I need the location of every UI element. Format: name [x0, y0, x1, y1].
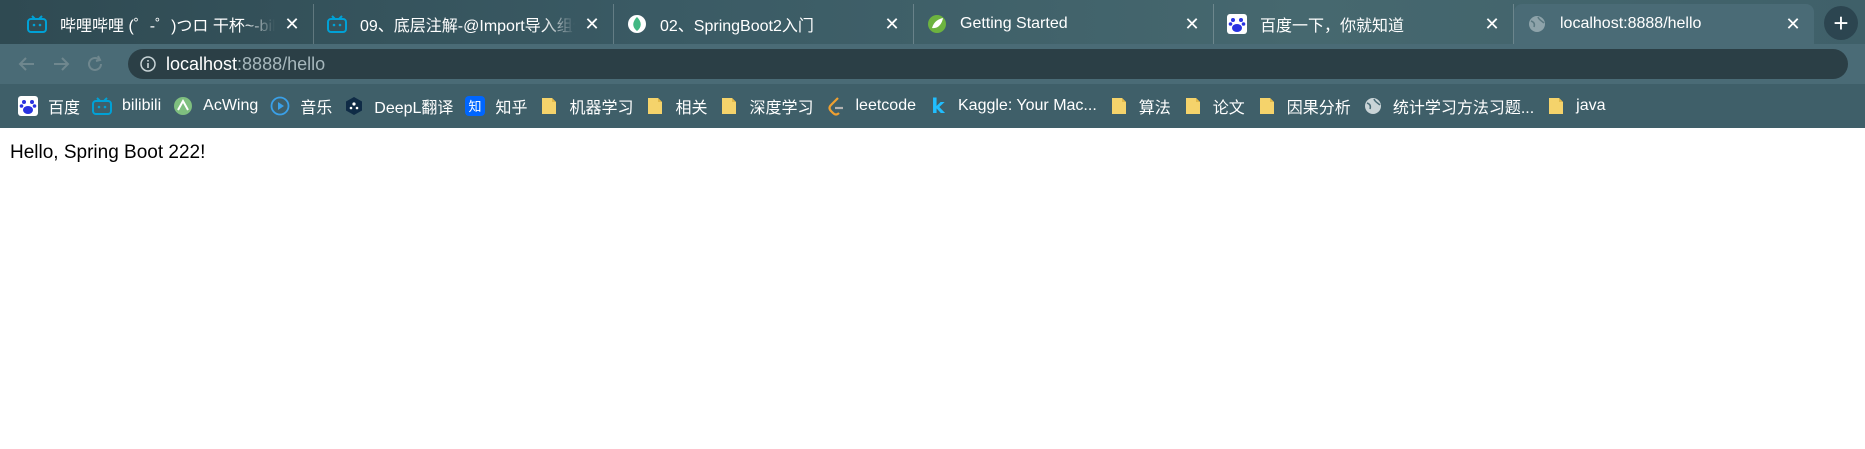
info-icon[interactable] — [140, 56, 156, 72]
tab-title: localhost:8888/hello — [1560, 15, 1702, 32]
bookmark-label: leetcode — [855, 97, 917, 114]
bookmark-music[interactable]: 音乐 — [266, 91, 340, 121]
bookmark-label: AcWing — [203, 97, 259, 114]
tab-title: 09、底层注解-@Import导入组件 — [360, 18, 575, 35]
bookmark-zhihu[interactable]: 知 知乎 — [461, 91, 535, 121]
svg-text:k: k — [931, 96, 945, 116]
globe-icon — [1526, 13, 1548, 35]
url-path: :8888/hello — [237, 53, 326, 74]
zhihu-icon: 知 — [465, 96, 486, 116]
close-icon[interactable]: ✕ — [881, 13, 903, 35]
bookmark-stats-exercises[interactable]: 统计学习方法习题... — [1359, 91, 1542, 121]
folder-icon — [1257, 96, 1277, 116]
tab-bilibili-home[interactable]: 哔哩哔哩 (゜-゜)つロ 干杯~-bilibili ✕ — [14, 4, 314, 44]
bookmarks-bar: 百度 bilibili AcWing 音乐 DeepL翻译 知 知乎 机器学习 … — [0, 84, 1865, 128]
baidu-icon — [1226, 13, 1248, 35]
bookmark-bilibili[interactable]: bilibili — [88, 91, 169, 121]
close-icon[interactable]: ✕ — [281, 13, 303, 35]
bookmark-label: DeepL翻译 — [374, 100, 454, 117]
bookmark-folder-algo[interactable]: 算法 — [1105, 91, 1179, 121]
url-text[interactable]: localhost:8888/hello — [166, 54, 325, 75]
tab-localhost-hello[interactable]: localhost:8888/hello ✕ — [1514, 4, 1814, 44]
folder-icon — [1183, 96, 1203, 116]
bookmark-folder-java[interactable]: java — [1542, 91, 1613, 121]
bookmark-label: 算法 — [1138, 100, 1171, 117]
bookmark-label: 深度学习 — [749, 100, 814, 117]
tab-title: 哔哩哔哩 (゜-゜)つロ 干杯~-bilibili — [60, 18, 275, 35]
page-content: Hello, Spring Boot 222! — [0, 128, 1865, 178]
bookmark-kaggle[interactable]: k Kaggle: Your Mac... — [924, 91, 1105, 121]
bookmark-label: 论文 — [1212, 100, 1245, 117]
hello-text: Hello, Spring Boot 222! — [10, 142, 206, 163]
leaf-icon — [626, 13, 648, 35]
bookmark-label: 知乎 — [495, 100, 528, 117]
bookmark-label: bilibili — [122, 97, 162, 114]
bookmark-label: 音乐 — [300, 100, 333, 117]
folder-icon — [719, 96, 739, 116]
deepl-icon — [344, 96, 364, 116]
close-icon[interactable]: ✕ — [581, 13, 603, 35]
svg-text:知: 知 — [469, 99, 482, 115]
folder-icon — [1546, 96, 1566, 116]
toolbar: localhost:8888/hello — [0, 44, 1865, 84]
bookmark-baidu[interactable]: 百度 — [14, 91, 88, 121]
tab-title: 02、SpringBoot2入门 — [660, 18, 814, 35]
bookmark-folder-ml[interactable]: 机器学习 — [535, 91, 641, 121]
kaggle-icon: k — [928, 96, 948, 116]
bookmark-label: 因果分析 — [1286, 100, 1351, 117]
acwing-icon — [173, 96, 193, 116]
tab-getting-started[interactable]: Getting Started ✕ — [914, 4, 1214, 44]
tab-strip: 哔哩哔哩 (゜-゜)つロ 干杯~-bilibili ✕ 09、底层注解-@Imp… — [0, 0, 1865, 44]
folder-icon — [645, 96, 665, 116]
leetcode-icon — [826, 96, 846, 116]
bookmark-folder-causal[interactable]: 因果分析 — [1253, 91, 1359, 121]
bookmark-folder-papers[interactable]: 论文 — [1179, 91, 1253, 121]
bookmark-acwing[interactable]: AcWing — [169, 91, 266, 121]
globe-icon — [1363, 96, 1383, 116]
tab-title: 百度一下，你就知道 — [1260, 18, 1405, 35]
tab-springboot-intro[interactable]: 02、SpringBoot2入门 ✕ — [614, 4, 914, 44]
bookmark-label: 相关 — [675, 100, 708, 117]
bookmark-label: 统计学习方法习题... — [1392, 100, 1535, 117]
address-bar[interactable]: localhost:8888/hello — [128, 49, 1848, 79]
forward-icon[interactable] — [46, 49, 76, 79]
url-host: localhost — [166, 53, 238, 74]
close-icon[interactable]: ✕ — [1481, 13, 1503, 35]
folder-icon — [539, 96, 559, 116]
tab-bilibili-video[interactable]: 09、底层注解-@Import导入组件 ✕ — [314, 4, 614, 44]
bookmark-folder-related[interactable]: 相关 — [641, 91, 715, 121]
bookmark-label: java — [1576, 97, 1606, 114]
spring-icon — [926, 13, 948, 35]
bilibili-icon — [26, 13, 48, 35]
bilibili-icon — [92, 96, 113, 116]
bookmark-leetcode[interactable]: leetcode — [822, 91, 925, 121]
reload-icon[interactable] — [80, 49, 110, 79]
bookmark-label: 机器学习 — [569, 100, 634, 117]
back-icon[interactable] — [12, 49, 42, 79]
close-icon[interactable]: ✕ — [1782, 13, 1804, 35]
tab-baidu[interactable]: 百度一下，你就知道 ✕ — [1214, 4, 1514, 44]
browser-chrome: 哔哩哔哩 (゜-゜)つロ 干杯~-bilibili ✕ 09、底层注解-@Imp… — [0, 0, 1865, 128]
tab-title: Getting Started — [960, 15, 1068, 32]
music-icon — [270, 96, 290, 116]
bookmark-label: 百度 — [48, 100, 81, 117]
folder-icon — [1109, 96, 1129, 116]
new-tab-button[interactable]: + — [1824, 6, 1858, 40]
bookmark-deepl[interactable]: DeepL翻译 — [340, 91, 461, 121]
close-icon[interactable]: ✕ — [1181, 13, 1203, 35]
bookmark-label: Kaggle: Your Mac... — [958, 97, 1097, 114]
baidu-icon — [18, 96, 38, 116]
bilibili-icon — [326, 13, 348, 35]
bookmark-folder-dl[interactable]: 深度学习 — [715, 91, 821, 121]
